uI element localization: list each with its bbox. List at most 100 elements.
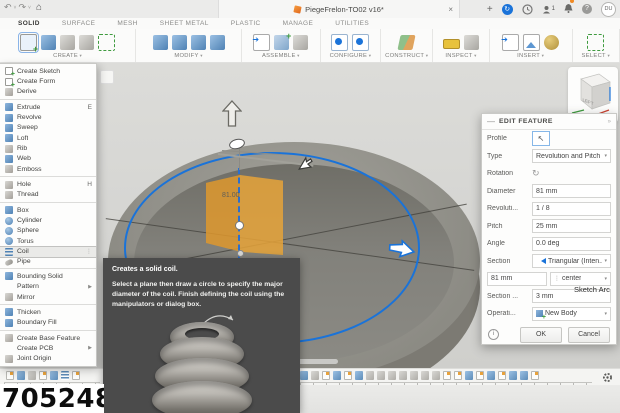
timeline-feature-solid-icon[interactable] — [17, 371, 25, 380]
ribbon-group-label[interactable]: ASSEMBLE — [262, 53, 300, 59]
collapse-icon[interactable]: — — [487, 117, 495, 126]
timeline-feature-sketch-icon[interactable] — [531, 371, 539, 380]
menu-item-extrude[interactable]: Extrude E — [0, 102, 96, 112]
menu-item-rib[interactable]: Rib — [0, 143, 96, 153]
menu-item-thread[interactable]: Thread — [0, 190, 96, 200]
construction-plane-icon[interactable] — [398, 35, 416, 50]
browser-toggle[interactable] — [100, 70, 114, 84]
menu-item-boundary-fill[interactable]: Boundary Fill — [0, 318, 96, 328]
timeline-feature-sketch-icon[interactable] — [39, 371, 47, 380]
primitive-box-icon[interactable] — [79, 35, 94, 50]
diameter-input[interactable]: 81 mm — [532, 184, 611, 198]
timeline-feature-gray-icon[interactable] — [410, 371, 418, 380]
timeline-feature-sketch-icon[interactable] — [443, 371, 451, 380]
operation-dropdown[interactable]: New Body — [532, 307, 611, 321]
dialog-header[interactable]: — EDIT FEATURE » — [482, 114, 616, 130]
section-position-dropdown[interactable]: ⋮center — [550, 272, 611, 286]
timeline-settings-gear-icon[interactable] — [602, 372, 613, 383]
ribbon-group-label[interactable]: CONFIGURE — [330, 53, 372, 59]
menu-item-cylinder[interactable]: Cylinder — [0, 215, 96, 225]
fillet-icon[interactable] — [172, 35, 187, 50]
menu-item-derive[interactable]: Derive — [0, 87, 96, 97]
help-icon[interactable]: ? — [582, 4, 592, 14]
timeline-feature-sketch-icon[interactable] — [476, 371, 484, 380]
menu-item-revolve[interactable]: Revolve — [0, 112, 96, 122]
create-form-icon[interactable] — [41, 35, 56, 50]
workspace-tab[interactable]: SOLID — [18, 20, 40, 27]
redo-dropdown-icon[interactable]: ˅ — [28, 5, 31, 11]
menu-item[interactable] — [0, 99, 96, 100]
redo-icon[interactable]: ↷ — [18, 2, 26, 13]
menu-item-create-form[interactable]: Create Form — [0, 76, 96, 86]
joint-icon[interactable] — [274, 35, 289, 50]
cancel-button[interactable]: Cancel — [568, 327, 610, 343]
measure-icon[interactable] — [443, 39, 460, 49]
timeline-feature-solid-icon[interactable] — [300, 371, 308, 380]
menu-item-create-sketch[interactable]: Create Sketch — [0, 66, 96, 76]
section-analysis-icon[interactable] — [464, 35, 479, 50]
menu-item-mirror[interactable]: Mirror — [0, 292, 96, 302]
document-tab[interactable]: PiegeFrelon-TO02 v16* × — [218, 0, 460, 18]
timeline-feature-sketch-icon[interactable] — [322, 371, 330, 380]
workspace-tab[interactable]: PLASTIC — [231, 20, 261, 27]
menu-item-pipe[interactable]: Pipe — [0, 257, 96, 266]
collaborators-indicator[interactable]: 1 — [542, 5, 555, 14]
menu-item-sweep[interactable]: Sweep — [0, 123, 96, 133]
timeline-feature-solid-icon[interactable] — [333, 371, 341, 380]
menu-item-bounding-solid[interactable]: Bounding Solid — [0, 271, 96, 281]
menu-item-pattern[interactable]: Pattern ▶ — [0, 282, 96, 292]
timeline-feature-solid-icon[interactable] — [355, 371, 363, 380]
profile-select-button[interactable]: ↖ — [532, 131, 550, 146]
combine-icon[interactable] — [210, 35, 225, 50]
ribbon-group-label[interactable]: SELECT — [582, 53, 610, 59]
info-icon[interactable]: i — [488, 329, 499, 340]
type-dropdown[interactable]: Revolution and Pitch — [532, 149, 611, 163]
timeline-feature-solid-icon[interactable] — [487, 371, 495, 380]
menu-item-create-base-feature[interactable]: Create Base Feature — [0, 333, 96, 343]
timeline-feature-solid-icon[interactable] — [465, 371, 473, 380]
timeline-feature-gray-icon[interactable] — [388, 371, 396, 380]
job-status-icon[interactable] — [522, 4, 533, 15]
notifications-bell[interactable] — [564, 0, 573, 18]
menu-item-sphere[interactable]: Sphere — [0, 226, 96, 236]
insert-configuration-icon[interactable] — [352, 34, 369, 51]
canvas-icon[interactable] — [523, 34, 540, 51]
rigid-group-icon[interactable] — [293, 35, 308, 50]
timeline-feature-sketch-icon[interactable] — [344, 371, 352, 380]
section-type-dropdown[interactable]: Triangular (Inten... — [532, 254, 611, 268]
avatar[interactable]: DU — [601, 2, 616, 17]
timeline-feature-gray-icon[interactable] — [377, 371, 385, 380]
timeline-feature-gray-icon[interactable] — [28, 371, 36, 380]
timeline-feature-coil-icon[interactable] — [61, 371, 69, 380]
workspace-tab[interactable]: SHEET METAL — [160, 20, 209, 27]
ribbon-group-label[interactable]: MODIFY — [174, 53, 202, 59]
workspace-tab[interactable]: UTILITIES — [335, 20, 369, 27]
menu-item-hole[interactable]: Hole H — [0, 179, 96, 189]
revolutions-input[interactable]: 1 / 8 — [532, 202, 611, 216]
timeline-feature-solid-icon[interactable] — [509, 371, 517, 380]
timeline-feature-solid-icon[interactable] — [50, 371, 58, 380]
menu-item-box[interactable]: Box — [0, 205, 96, 215]
ok-button[interactable]: OK — [520, 327, 562, 343]
workspace-tab[interactable]: MANAGE — [283, 20, 314, 27]
timeline-feature-sketch-icon[interactable] — [498, 371, 506, 380]
timeline-feature-sketch-icon[interactable] — [454, 371, 462, 380]
timeline-scroll-pill[interactable] — [298, 359, 338, 364]
timeline-feature-gray-icon[interactable] — [399, 371, 407, 380]
select-window-icon[interactable] — [587, 34, 604, 51]
ribbon-group-label[interactable]: CONSTRUCT — [385, 53, 428, 59]
menu-item[interactable] — [0, 202, 96, 203]
timeline-feature-gray-icon[interactable] — [432, 371, 440, 380]
timeline-feature-sketch-icon[interactable] — [6, 371, 14, 380]
timeline-feature-solid-icon[interactable] — [520, 371, 528, 380]
create-sketch-icon[interactable] — [20, 34, 37, 51]
menu-item-create-pcb[interactable]: Create PCB ▶ — [0, 343, 96, 353]
menu-item[interactable] — [0, 330, 96, 331]
press-pull-icon[interactable] — [153, 35, 168, 50]
dialog-more-icon[interactable]: » — [608, 119, 611, 125]
menu-item-emboss[interactable]: Emboss — [0, 164, 96, 174]
timeline-feature-gray-icon[interactable] — [366, 371, 374, 380]
menu-item-web[interactable]: Web — [0, 154, 96, 164]
workspace-tab[interactable]: MESH — [117, 20, 137, 27]
menu-item[interactable] — [0, 304, 96, 305]
